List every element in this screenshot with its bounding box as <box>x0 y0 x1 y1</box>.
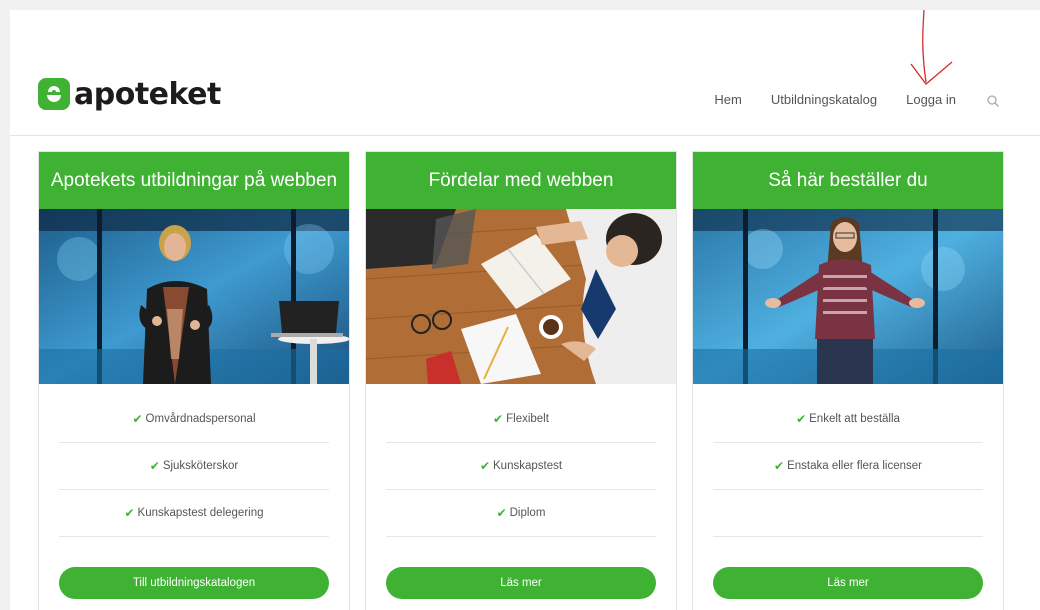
nav-item-hem[interactable]: Hem <box>714 92 741 107</box>
logo[interactable]: apoteket <box>38 74 221 114</box>
check-icon: ✔ <box>493 412 504 426</box>
check-icon: ✔ <box>479 459 490 473</box>
apoteket-logo-icon <box>38 78 70 110</box>
man-reading-book-at-desk-photo <box>366 209 676 384</box>
check-icon: ✔ <box>149 459 160 473</box>
nav-item-logga-in[interactable]: Logga in <box>906 92 956 107</box>
list-item: ✔ Sjuksköterskor <box>59 443 329 490</box>
page: apoteket Hem Utbildningskatalog Logga in… <box>10 10 1040 610</box>
card-title: Apotekets utbildningar på webben <box>39 152 349 209</box>
list-item: ✔ Omvårdnadspersonal <box>59 396 329 443</box>
list-item: ✔ Flexibelt <box>386 396 656 443</box>
feature-list: ✔ Flexibelt ✔ Kunskapstest ✔ Diplom <box>386 396 656 537</box>
feature-list: ✔ Enkelt att beställa ✔ Enstaka eller fler… <box>713 396 983 537</box>
list-item <box>713 490 983 537</box>
read-more-button[interactable]: Läs mer <box>386 567 656 599</box>
check-icon: ✔ <box>124 506 135 520</box>
check-icon: ✔ <box>774 459 785 473</box>
check-icon: ✔ <box>796 412 807 426</box>
catalog-button[interactable]: Till utbildningskatalogen <box>59 567 329 599</box>
check-icon: ✔ <box>132 412 143 426</box>
nav-item-utbildningskatalog[interactable]: Utbildningskatalog <box>771 92 877 107</box>
search-icon[interactable] <box>986 94 1000 108</box>
logo-text: apoteket <box>74 76 221 112</box>
feature-list: ✔ Omvårdnadspersonal ✔ Sjuksköterskor ✔ Kun… <box>59 396 329 537</box>
read-more-button[interactable]: Läs mer <box>713 567 983 599</box>
list-item: ✔ Kunskapstest <box>386 443 656 490</box>
check-icon: ✔ <box>496 506 507 520</box>
presenter-woman-with-laptop-photo <box>39 209 349 384</box>
card-title: Så här beställer du <box>693 152 1003 209</box>
list-item: ✔ Enkelt att beställa <box>713 396 983 443</box>
list-item: ✔ Enstaka eller flera licenser <box>713 443 983 490</box>
red-arrow-annotation <box>910 10 953 85</box>
card-title: Fördelar med webben <box>366 152 676 209</box>
main-nav: Hem Utbildningskatalog Logga in <box>685 92 1000 107</box>
card-education-web: Apotekets utbildningar på webben ✔ Omvår… <box>38 151 350 610</box>
card-benefits-web: Fördelar med webben ✔ Flexibelt ✔ Kunska… <box>365 151 677 610</box>
card-how-to-order: Så här beställer du ✔ Enkelt att beställ… <box>692 151 1004 610</box>
list-item: ✔ Diplom <box>386 490 656 537</box>
presenter-woman-gesturing-photo <box>693 209 1003 384</box>
list-item: ✔ Kunskapstest delegering <box>59 490 329 537</box>
site-header: apoteket Hem Utbildningskatalog Logga in <box>10 10 1040 136</box>
